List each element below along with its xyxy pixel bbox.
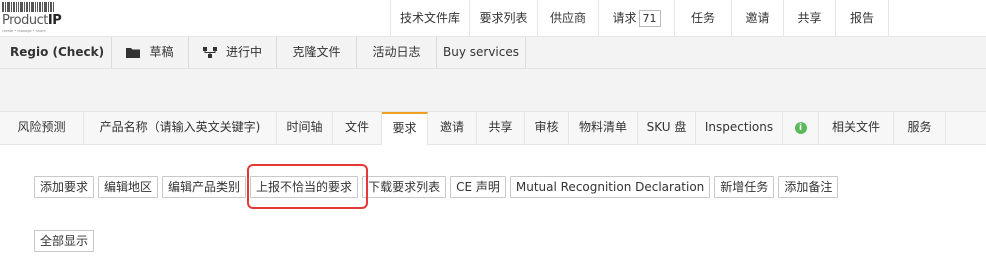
tab-files[interactable]: 文件 <box>333 112 382 144</box>
project-status-draft[interactable]: 草稿 <box>112 37 189 68</box>
ce-declaration-button[interactable]: CE 声明 <box>450 176 506 198</box>
logo-tagline: create • manage • share <box>2 29 46 33</box>
tab-bom[interactable]: 物料清单 <box>569 112 638 144</box>
top-bar: ProductIP create • manage • share 技术文件库 … <box>0 0 986 37</box>
nav-invitations[interactable]: 邀请 <box>731 0 783 36</box>
barcode-graphic <box>2 2 58 12</box>
tab-review[interactable]: 审核 <box>525 112 569 144</box>
project-bar: Regio (Check) 草稿 进行中 克隆文件 活动日志 Buy servi… <box>0 37 986 69</box>
highlight-box <box>247 164 368 209</box>
tab-timeline[interactable]: 时间轴 <box>277 112 333 144</box>
clone-files-button[interactable]: 克隆文件 <box>277 37 357 68</box>
add-requirement-button[interactable]: 添加要求 <box>34 176 95 198</box>
tab-product-name[interactable]: 产品名称（请输入英文关键字) <box>84 112 277 144</box>
nav-reports[interactable]: 报告 <box>835 0 889 36</box>
show-all-button[interactable]: 全部显示 <box>34 230 95 252</box>
tab-sharing[interactable]: 共享 <box>477 112 525 144</box>
nav-requests[interactable]: 请求 71 <box>598 0 674 36</box>
nav-tech-file-library[interactable]: 技术文件库 <box>390 0 469 36</box>
nav-sharing[interactable]: 共享 <box>783 0 835 36</box>
mutual-recognition-declaration-button[interactable]: Mutual Recognition Declaration <box>509 176 711 198</box>
buy-services-button[interactable]: Buy services <box>437 37 526 68</box>
edit-regions-button[interactable]: 编辑地区 <box>98 176 159 198</box>
requirements-toolbar: 添加要求 编辑地区 编辑产品类别 上报不恰当的要求 下载要求列表 CE 声明 M… <box>34 176 839 200</box>
nav-tasks[interactable]: 任务 <box>674 0 731 36</box>
download-requirements-list-button[interactable]: 下载要求列表 <box>362 176 447 198</box>
tab-requirements[interactable]: 要求 <box>382 112 428 145</box>
tab-bar: 风险预测 产品名称（请输入英文关键字) 时间轴 文件 要求 邀请 共享 审核 物… <box>0 111 986 145</box>
folder-icon <box>126 48 141 58</box>
edit-product-category-button[interactable]: 编辑产品类别 <box>162 176 247 198</box>
sitemap-icon <box>202 47 217 58</box>
add-task-button[interactable]: 新增任务 <box>714 176 775 198</box>
requests-count-badge: 71 <box>638 10 661 27</box>
tab-inspections[interactable]: Inspections <box>696 112 783 144</box>
tab-related-files[interactable]: 相关文件 <box>819 112 894 144</box>
nav-suppliers[interactable]: 供应商 <box>537 0 598 36</box>
add-note-button[interactable]: 添加备注 <box>778 176 839 198</box>
tab-invitations[interactable]: 邀请 <box>428 112 477 144</box>
nav-requirements-list[interactable]: 要求列表 <box>469 0 537 36</box>
tab-risk-forecast[interactable]: 风险预测 <box>0 112 84 144</box>
tab-info[interactable]: i <box>783 112 819 144</box>
project-status-in-progress[interactable]: 进行中 <box>189 37 277 68</box>
info-icon: i <box>794 121 807 134</box>
tab-services[interactable]: 服务 <box>894 112 946 144</box>
tab-sku[interactable]: SKU 盘 <box>638 112 696 144</box>
product-ip-logo[interactable]: ProductIP create • manage • share <box>2 2 62 34</box>
activity-log-button[interactable]: 活动日志 <box>357 37 437 68</box>
logo-wordmark: ProductIP <box>2 13 62 28</box>
project-title: Regio (Check) <box>0 37 112 68</box>
main-nav: 技术文件库 要求列表 供应商 请求 71 任务 邀请 共享 报告 <box>390 0 889 36</box>
spacer-band <box>0 69 986 111</box>
